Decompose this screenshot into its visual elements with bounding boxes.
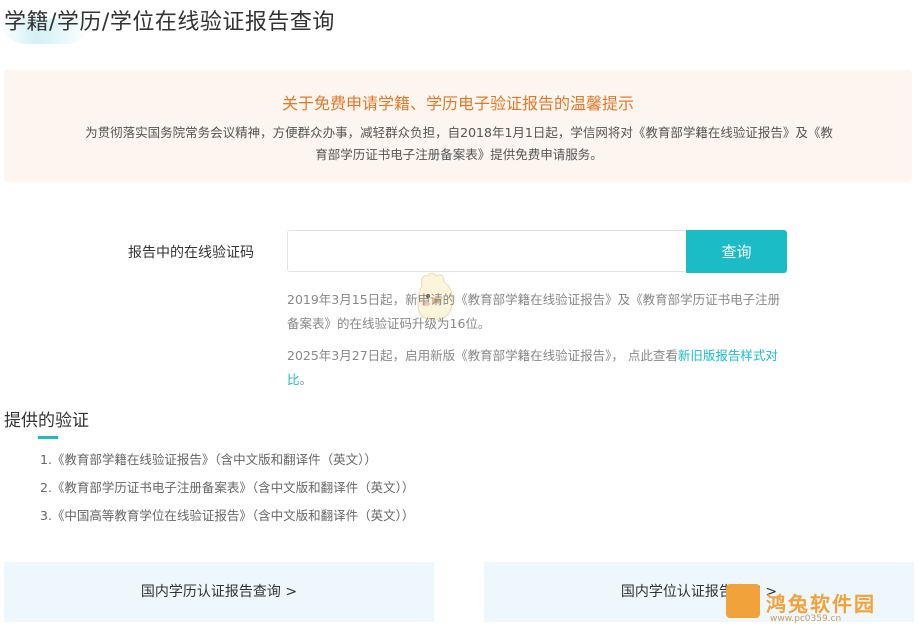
verification-code-input[interactable]: [287, 230, 685, 272]
list-item: 2.《教育部学历证书电子注册备案表》（含中文版和翻译件（英文））: [40, 480, 415, 495]
domestic-degree-cert-query-card[interactable]: 国内学历认证报告查询 >: [4, 562, 434, 622]
query-button[interactable]: 查询: [686, 230, 787, 273]
hint-code-upgrade: 2019年3月15日起，新申请的《教育部学籍在线验证报告》及《教育部学历证书电子…: [287, 292, 781, 331]
notice-title: 关于免费申请学籍、学历电子验证报告的温馨提示: [281, 94, 634, 113]
hint-new-version: 2025年3月27日起，启用新版《教育部学籍在线验证报告》， 点此查看新旧版报告…: [287, 344, 792, 392]
provided-verification-title: 提供的验证: [4, 411, 89, 431]
provided-verification-list: 1.《教育部学籍在线验证报告》（含中文版和翻译件（英文）） 2.《教育部学历证书…: [40, 448, 414, 532]
hint-new-version-suffix: 。: [299, 372, 313, 387]
list-item: 3.《中国高等教育学位在线验证报告》（含中文版和翻译件（英文））: [40, 508, 415, 523]
page-title: 学籍/学历/学位在线验证报告查询: [4, 4, 335, 36]
notice-body: 为贯彻落实国务院常务会议精神，方便群众办事，减轻群众负担，自2018年1月1日起…: [85, 125, 833, 162]
list-item: 1.《教育部学籍在线验证报告》（含中文版和翻译件（英文））: [40, 452, 377, 467]
verification-code-label: 报告中的在线验证码: [128, 245, 254, 261]
watermark-logo-icon: [726, 584, 760, 618]
watermark-url: www.pc0359.cn: [770, 614, 842, 624]
page-title-text: 学籍/学历/学位在线验证报告查询: [4, 10, 335, 35]
notice-box: 关于免费申请学籍、学历电子验证报告的温馨提示 为贯彻落实国务院常务会议精神，方便…: [4, 70, 912, 182]
section-underline: [38, 436, 58, 439]
watermark-text: 鸿兔软件园: [766, 592, 876, 616]
hint-new-version-text: 2025年3月27日起，启用新版《教育部学籍在线验证报告》， 点此查看: [287, 348, 678, 363]
site-watermark: 鸿兔软件园 www.pc0359.cn: [726, 580, 912, 628]
